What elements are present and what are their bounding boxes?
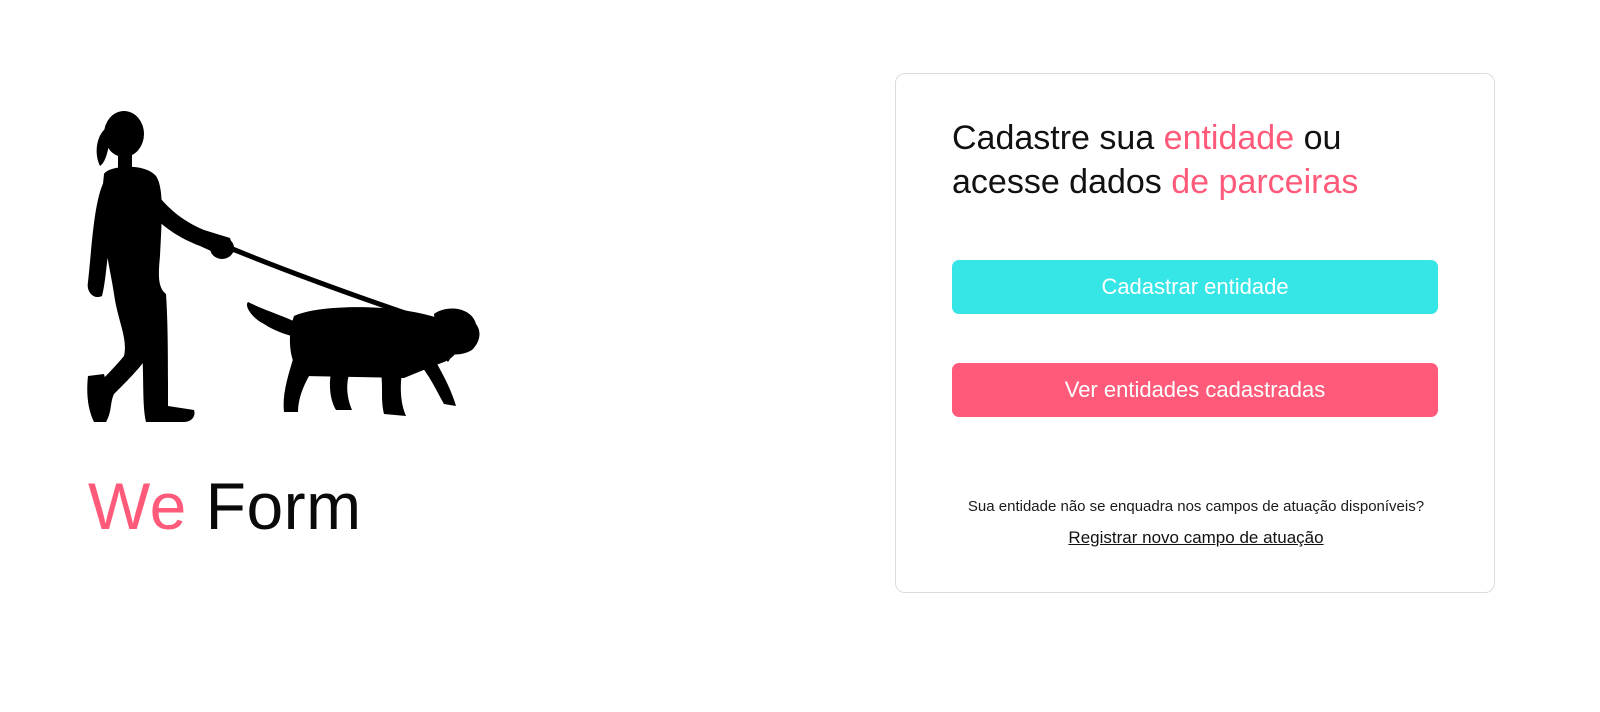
view-entities-button[interactable]: Ver entidades cadastradas	[952, 363, 1438, 417]
headline-part-1: Cadastre sua	[952, 119, 1164, 157]
headline-highlight-2: de parceiras	[1171, 163, 1359, 201]
footer-link-wrapper: Registrar novo campo de atuação	[896, 527, 1496, 549]
register-entity-button[interactable]: Cadastrar entidade	[952, 260, 1438, 314]
headline-highlight-1: entidade	[1163, 119, 1295, 157]
woman-silhouette	[87, 111, 234, 422]
brand-accent-word: We	[88, 469, 187, 543]
brand-rest-word: Form	[205, 469, 362, 543]
action-card: Cadastre sua entidade ou acesse dados de…	[895, 73, 1495, 593]
dog-silhouette	[246, 302, 480, 416]
footer-question: Sua entidade não se enquadra nos campos …	[967, 498, 1425, 515]
card-headline: Cadastre sua entidade ou acesse dados de…	[952, 116, 1452, 204]
register-new-field-link[interactable]: Registrar novo campo de atuação	[1068, 528, 1323, 547]
leash	[229, 245, 409, 317]
brand-logo: We Form	[88, 468, 362, 544]
woman-walking-dog-silhouette-icon	[87, 111, 480, 422]
illustration	[84, 106, 494, 432]
